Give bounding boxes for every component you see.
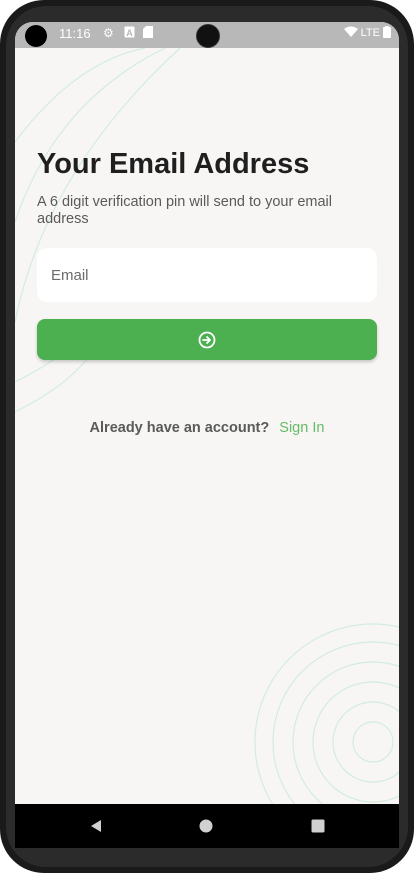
network-label: LTE [360, 27, 380, 39]
gear-icon: ⚙ [103, 26, 114, 40]
page-title: Your Email Address [37, 148, 310, 180]
signin-row: Already have an account? Sign In [15, 420, 399, 436]
front-camera-icon [196, 24, 220, 48]
arrow-right-circle-icon [198, 331, 216, 348]
sd-card-icon [143, 26, 153, 41]
recents-icon[interactable] [305, 804, 331, 848]
signin-prompt: Already have an account? [89, 420, 270, 436]
home-icon[interactable] [193, 804, 219, 848]
submit-button[interactable] [37, 319, 377, 360]
signin-link[interactable]: Sign In [279, 420, 324, 436]
email-input[interactable] [49, 265, 365, 285]
app-screen: 11:16 ⚙ A LTE Your Email Address A 6 dig… [15, 22, 399, 804]
navigation-bar [15, 804, 399, 848]
camera-cutout [25, 25, 47, 47]
svg-text:A: A [126, 28, 133, 38]
background-decoration [15, 47, 399, 804]
status-bar: 11:16 ⚙ A LTE [15, 22, 399, 48]
wifi-icon [343, 26, 358, 37]
battery-icon [383, 26, 391, 38]
status-network: LTE [343, 26, 391, 39]
a-icon: A [124, 26, 135, 41]
status-time: 11:16 [59, 26, 91, 41]
back-icon[interactable] [83, 804, 109, 848]
email-field[interactable] [37, 248, 377, 302]
page-subtitle: A 6 digit verification pin will send to … [37, 194, 332, 227]
